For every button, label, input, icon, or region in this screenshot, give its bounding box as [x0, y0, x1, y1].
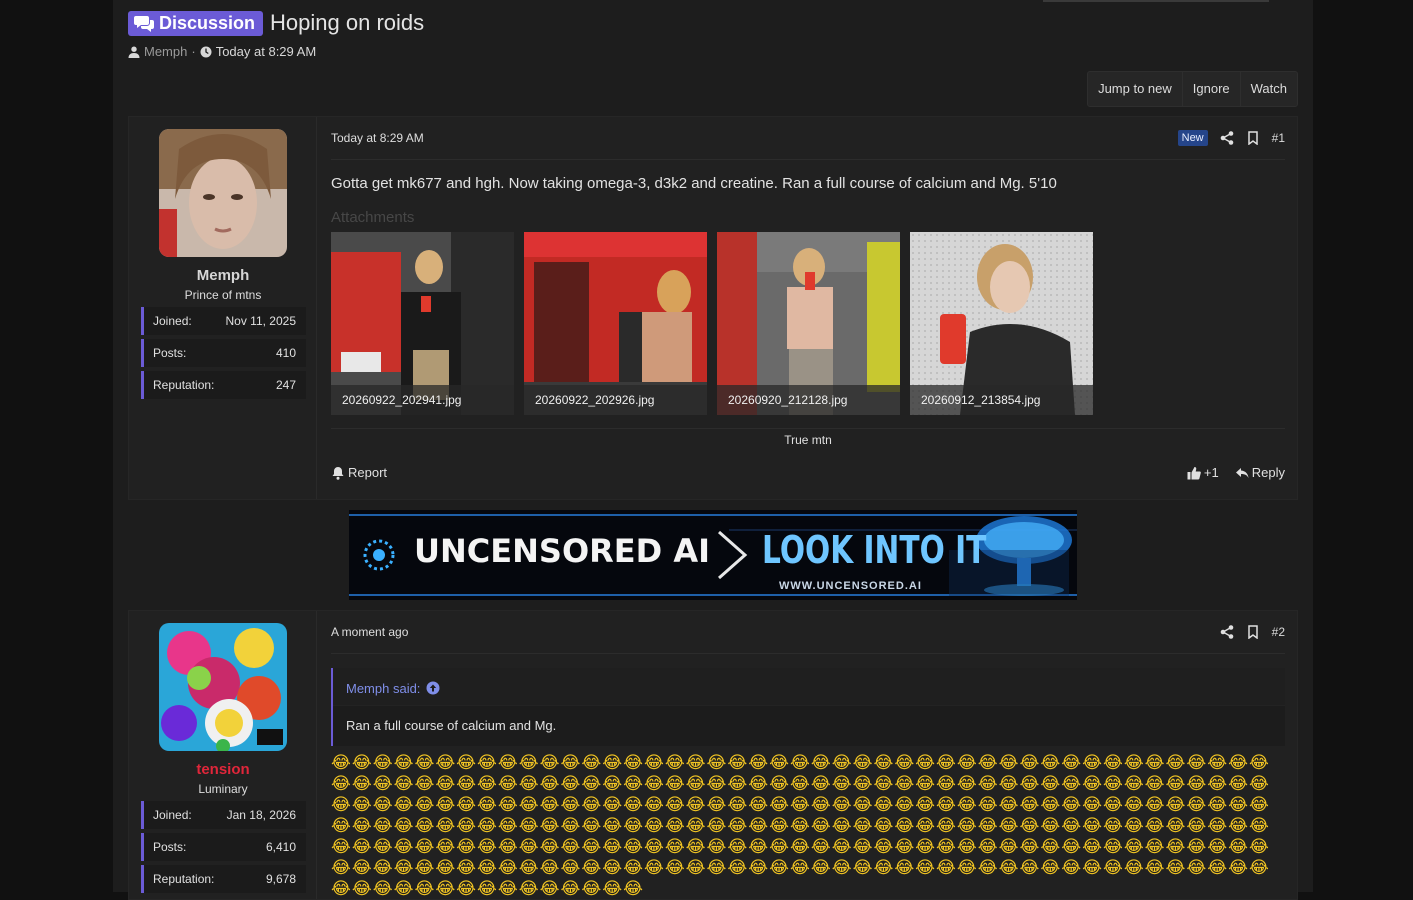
stat-label: Posts:: [153, 840, 187, 854]
post-2: tension Luminary Joined: Jan 18, 2026 Po…: [128, 610, 1298, 900]
stat-label: Joined:: [153, 808, 192, 822]
stat-joined: Joined: Jan 18, 2026: [141, 801, 306, 829]
stat-reputation: Reputation: 9,678: [141, 865, 306, 893]
avatar[interactable]: [159, 623, 287, 751]
attachments-label: Attachments: [331, 209, 415, 226]
clock-icon: [200, 46, 212, 57]
stat-value: 6,410: [265, 840, 296, 854]
signature-divider: [331, 428, 1285, 429]
stat-label: Joined:: [153, 314, 192, 328]
user-icon: [128, 46, 140, 58]
share-icon[interactable]: [1220, 625, 1234, 639]
stat-reputation: Reputation: 247: [141, 371, 306, 399]
stat-value: Nov 11, 2025: [225, 314, 297, 328]
banner-url: WWW.UNCENSORED.AI: [779, 580, 922, 592]
post-time[interactable]: Today at 8:29 AM: [331, 131, 424, 145]
post-header: Today at 8:29 AM New #1: [331, 117, 1285, 160]
thread-time[interactable]: Today at 8:29 AM: [216, 44, 316, 59]
attachment-thumbnail[interactable]: 20260912_213854.jpg: [910, 232, 1093, 415]
post-body: Gotta get mk677 and hgh. Now taking omeg…: [331, 175, 1057, 192]
quote-block: Memph said: Ran a full course of calcium…: [331, 668, 1285, 746]
stat-value: 9,678: [265, 872, 296, 886]
thread-meta: Memph · Today at 8:29 AM: [128, 44, 424, 59]
post-1-user: Memph Prince of mtns Joined: Nov 11, 202…: [129, 117, 317, 499]
post-footer: Report +1 Reply: [331, 465, 1285, 480]
quote-header[interactable]: Memph said:: [346, 677, 440, 699]
arrow-up-circle-icon[interactable]: [426, 681, 440, 695]
reaction-button[interactable]: +1: [1187, 465, 1219, 480]
share-icon[interactable]: [1220, 131, 1234, 145]
post-2-message: A moment ago #2 Memph said: Ran a full c…: [331, 611, 1285, 899]
attachment-thumbnail[interactable]: 20260922_202926.jpg: [524, 232, 707, 415]
post-time[interactable]: A moment ago: [331, 625, 408, 639]
attachments: 20260922_202941.jpg 20260922_202926.jpg …: [331, 232, 1093, 415]
report-link[interactable]: Report: [331, 465, 387, 480]
thread-header: Discussion Hoping on roids Memph · Today…: [128, 10, 424, 59]
stat-value: 247: [275, 378, 296, 392]
quote-text: Ran a full course of calcium and Mg.: [346, 718, 557, 733]
stat-value: 410: [275, 346, 296, 360]
ignore-button[interactable]: Ignore: [1183, 72, 1241, 106]
bell-icon: [332, 466, 344, 480]
signature: True mtn: [784, 433, 832, 447]
bookmark-icon[interactable]: [1246, 131, 1260, 145]
reply-icon: [1235, 467, 1249, 478]
attachment-filename: 20260920_212128.jpg: [717, 385, 900, 415]
prefix-label: Discussion: [159, 12, 256, 33]
username[interactable]: Memph: [129, 267, 317, 284]
banner-left-text: UNCENSORED AI: [414, 532, 711, 570]
stat-joined: Joined: Nov 11, 2025: [141, 307, 306, 335]
post-body: 😂😂😂😂😂😂😂😂😂😂😂😂😂😂😂😂😂😂😂😂😂😂😂😂😂😂😂😂😂😂😂😂😂😂😂😂😂😂😂😂…: [331, 753, 1270, 899]
stat-value: Jan 18, 2026: [226, 808, 296, 822]
thread-title: Hoping on roids: [270, 10, 425, 35]
reply-button[interactable]: Reply: [1235, 465, 1285, 480]
banner-ad[interactable]: UNCENSORED AI LOOK INTO IT WWW.UNCENSORE…: [349, 510, 1077, 600]
post-number[interactable]: #1: [1272, 131, 1285, 145]
user-title: Prince of mtns: [184, 288, 262, 302]
stat-label: Posts:: [153, 346, 187, 360]
banner-right-text: LOOK INTO IT: [762, 528, 987, 572]
attachment-filename: 20260912_213854.jpg: [910, 385, 1093, 415]
bookmark-icon[interactable]: [1246, 625, 1260, 639]
attachment-thumbnail[interactable]: 20260920_212128.jpg: [717, 232, 900, 415]
top-divider: [1043, 0, 1269, 2]
attachment-filename: 20260922_202926.jpg: [524, 385, 707, 415]
reply-label: Reply: [1251, 465, 1285, 480]
attachment-filename: 20260922_202941.jpg: [331, 385, 514, 415]
new-badge: New: [1177, 130, 1208, 146]
post-1: Memph Prince of mtns Joined: Nov 11, 202…: [128, 116, 1298, 500]
jump-to-new-button[interactable]: Jump to new: [1088, 72, 1183, 106]
username[interactable]: tension: [129, 761, 317, 778]
quote-header-bar: [333, 668, 1285, 706]
post-number[interactable]: #2: [1272, 625, 1285, 639]
stat-label: Reputation:: [153, 378, 215, 392]
quote-author[interactable]: Memph said:: [346, 681, 420, 696]
thread-author[interactable]: Memph: [144, 44, 187, 59]
reaction-count: +1: [1203, 465, 1219, 480]
post-2-user: tension Luminary Joined: Jan 18, 2026 Po…: [129, 611, 317, 899]
discussion-icon: [134, 16, 154, 32]
meta-separator: ·: [191, 44, 196, 59]
watch-button[interactable]: Watch: [1241, 72, 1297, 106]
stat-label: Reputation:: [153, 872, 215, 886]
thread-actions: Jump to new Ignore Watch: [1087, 71, 1298, 107]
avatar[interactable]: [159, 129, 287, 257]
stat-posts: Posts: 410: [141, 339, 306, 367]
page: Discussion Hoping on roids Memph · Today…: [113, 0, 1313, 900]
attachment-thumbnail[interactable]: 20260922_202941.jpg: [331, 232, 514, 415]
post-1-message: Today at 8:29 AM New #1 Gotta get mk677 …: [331, 117, 1285, 499]
user-title: Luminary: [198, 782, 248, 796]
report-label: Report: [348, 465, 388, 480]
post-header: A moment ago #2: [331, 611, 1285, 654]
prefix-badge[interactable]: Discussion: [128, 10, 264, 36]
stat-posts: Posts: 6,410: [141, 833, 306, 861]
thumbs-up-icon: [1187, 466, 1201, 479]
